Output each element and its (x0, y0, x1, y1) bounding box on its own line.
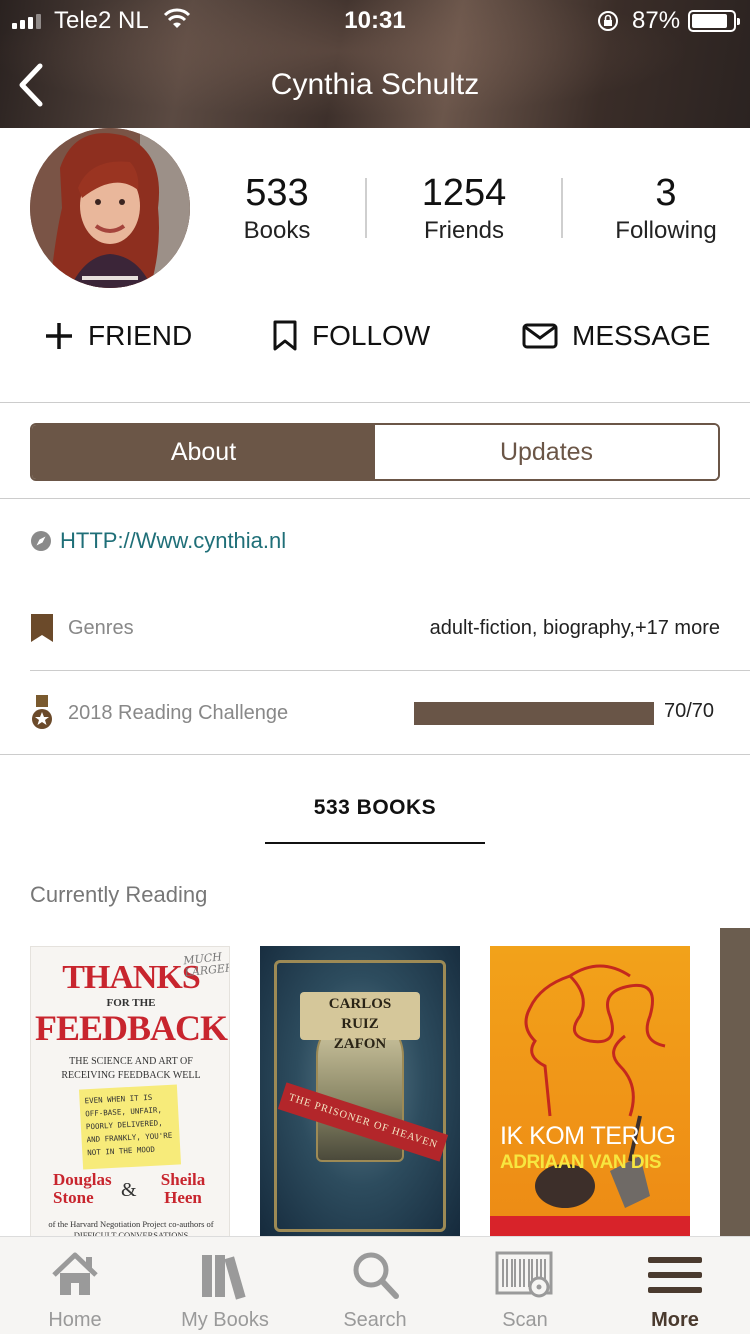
profile-header: Tele2 NL 10:31 87% Cynthia Schultz (0, 0, 750, 128)
website-link[interactable]: HTTP://Www.cynthia.nl (30, 528, 286, 554)
bookmark-icon (273, 320, 297, 351)
stat-friends-label: Friends (423, 217, 505, 244)
battery-icon (688, 10, 740, 32)
tab-about[interactable]: About (32, 425, 375, 479)
cover-illustration (524, 964, 666, 1208)
profile-segmented-control: About Updates (30, 423, 720, 481)
bookmark-flag-icon (31, 614, 53, 642)
cover-author: ADRIAAN VAN DIS (500, 1152, 662, 1173)
currently-reading-title: Currently Reading (30, 882, 208, 907)
genres-value: adult-fiction, biography,+17 more (429, 616, 720, 639)
reading-challenge-progress-bar (414, 702, 654, 725)
tab-home-label: Home (48, 1309, 102, 1331)
tab-more-label: More (651, 1309, 699, 1331)
rotation-lock-icon (598, 11, 618, 31)
profile-stats: 533 Books 1254 Friends 3 Following (190, 170, 750, 250)
divider (0, 402, 750, 403)
follow-button[interactable]: FOLLOW (272, 320, 430, 352)
page-title: Cynthia Schultz (270, 68, 480, 101)
tab-my-books[interactable]: My Books (150, 1237, 300, 1334)
avatar[interactable] (30, 128, 190, 288)
medal-icon (32, 695, 52, 729)
status-bar: Tele2 NL 10:31 87% (0, 0, 750, 40)
cover-author-2: Sheila Heen (160, 1170, 206, 1207)
divider (0, 754, 750, 755)
divider (0, 498, 750, 499)
stat-books[interactable]: 533 Books (222, 170, 332, 246)
stat-following[interactable]: 3 Following (606, 170, 726, 246)
reading-challenge-count: 70/70 (664, 700, 715, 722)
tab-books[interactable]: 533 BOOKS (265, 792, 485, 844)
book-cover-ik-kom-terug[interactable]: IK KOM TERUG ADRIAAN VAN DIS (490, 946, 690, 1246)
tab-my-books-label: My Books (181, 1309, 269, 1331)
cover-subtitle: THE SCIENCE AND ART OF RECEIVING FEEDBAC… (61, 1056, 201, 1081)
tab-home[interactable]: Home (0, 1237, 150, 1334)
follow-label: FOLLOW (312, 320, 431, 351)
profile-actions: FRIEND FOLLOW MESSAGE (0, 320, 750, 372)
stat-following-count: 3 (655, 172, 677, 214)
search-icon (353, 1252, 399, 1299)
cover-author: CARLOS RUIZ ZAFON (328, 996, 392, 1052)
stat-books-label: Books (243, 217, 311, 244)
cover-author-1: Douglas Stone (53, 1170, 112, 1207)
stat-divider (365, 178, 367, 238)
genres-label: Genres (68, 616, 134, 639)
books-icon (202, 1255, 246, 1300)
book-cover-the-prisoner-of-heaven[interactable]: CARLOS RUIZ ZAFON THE PRISONER OF HEAVEN (260, 946, 460, 1246)
next-book-cover-peek[interactable] (720, 928, 750, 1238)
cover-handwritten-note: MUCH LARGER (182, 950, 230, 980)
book-cover-thanks-for-the-feedback[interactable]: THANKS MUCH LARGER FOR THE FEEDBACK THE … (30, 946, 230, 1246)
message-label: MESSAGE (572, 320, 711, 351)
tab-more[interactable]: More (600, 1237, 750, 1334)
add-friend-label: FRIEND (88, 320, 193, 351)
tab-updates[interactable]: Updates (375, 425, 718, 479)
website-url: HTTP://Www.cynthia.nl (60, 528, 287, 553)
add-friend-button[interactable]: FRIEND (44, 320, 192, 352)
battery-percentage: 87% (632, 7, 681, 34)
barcode-scan-icon (495, 1251, 553, 1298)
tab-books-label: 533 BOOKS (313, 796, 437, 819)
home-icon (52, 1252, 98, 1295)
tab-search-label: Search (343, 1309, 407, 1331)
plus-icon (46, 323, 72, 349)
tab-search[interactable]: Search (300, 1237, 450, 1334)
cover-title: IK KOM TERUG (500, 1122, 676, 1150)
tab-underline (265, 842, 485, 844)
envelope-icon (522, 323, 558, 349)
cover-ampersand: & (121, 1179, 137, 1201)
tab-scan[interactable]: Scan (450, 1237, 600, 1334)
compass-icon (31, 531, 51, 551)
bottom-tab-bar: Home My Books Search Scan More (0, 1236, 750, 1334)
tab-scan-label: Scan (502, 1309, 548, 1331)
menu-icon (648, 1257, 702, 1293)
cover-sticky-note: EVEN WHEN IT IS OFF-BASE, UNFAIR, POORLY… (78, 1084, 182, 1170)
stat-friends-count: 1254 (421, 172, 507, 214)
cover-title-main: FEEDBACK (34, 1008, 228, 1048)
genres-row[interactable]: Genres adult-fiction, biography,+17 more (30, 608, 720, 648)
stat-books-count: 533 (245, 172, 309, 214)
stat-following-label: Following (615, 217, 717, 244)
stat-friends[interactable]: 1254 Friends (404, 170, 524, 246)
avatar-image (30, 128, 190, 288)
stat-divider (561, 178, 563, 238)
reading-challenge-label: 2018 Reading Challenge (68, 701, 289, 724)
message-button[interactable]: MESSAGE (522, 320, 710, 352)
divider (30, 670, 750, 671)
